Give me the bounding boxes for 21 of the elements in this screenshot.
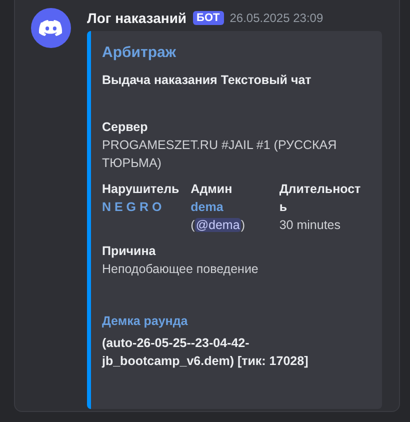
bot-tag: БОТ: [192, 11, 224, 25]
field-name: Сервер: [102, 119, 149, 136]
paren-text: (: [190, 218, 195, 232]
user-link[interactable]: dema: [190, 200, 224, 214]
user-mention[interactable]: @dema: [194, 218, 241, 232]
field-name: Причина: [102, 243, 157, 260]
field-name: Нарушитель: [102, 181, 180, 198]
field-name: Админ: [190, 181, 234, 198]
paren-text: ): [240, 218, 245, 232]
avatar-icon[interactable]: [31, 8, 71, 48]
field-value: PROGAMESZET.RU #JAIL #1 (РУССКАЯ ТЮРЬМА): [102, 137, 338, 172]
field-value: 30 minutes: [279, 217, 342, 234]
timestamp: 26.05.2025 23:09: [230, 11, 324, 25]
field-value: Неподобающее поведение: [102, 261, 260, 278]
embed-description: Выдача наказания Текстовый чат: [102, 72, 312, 88]
author-name[interactable]: Лог наказаний: [87, 10, 187, 26]
field-name: Демка раунда: [102, 313, 189, 330]
user-link[interactable]: N E G R O: [102, 198, 191, 216]
embed-title: Арбитраж: [102, 43, 177, 63]
field-name: Длительность: [279, 181, 362, 216]
field-value: (auto-26-05-25--23-04-42-jb_bootcamp_v6.dem) [тик: 17028]: [102, 335, 310, 370]
